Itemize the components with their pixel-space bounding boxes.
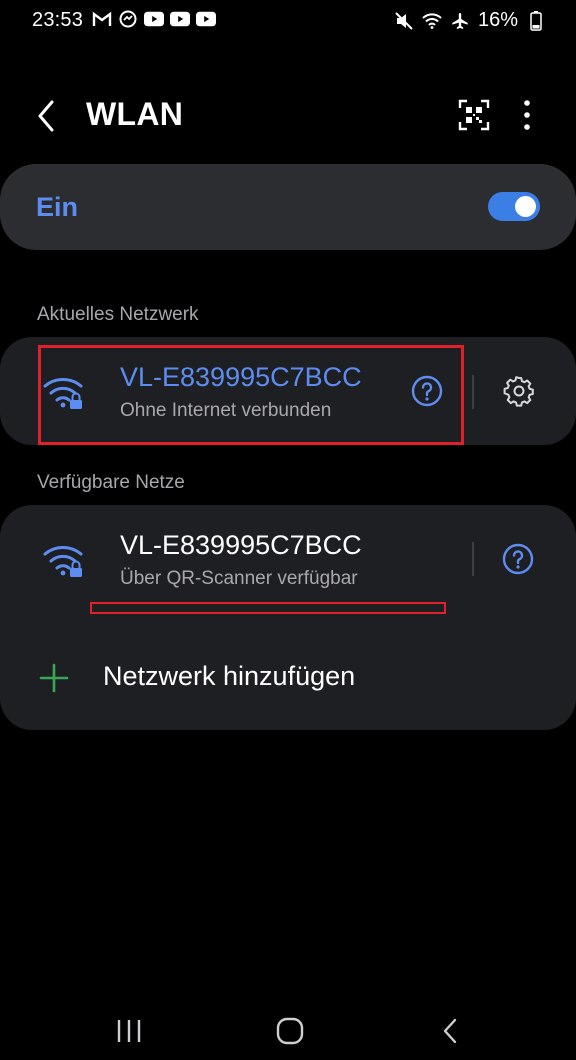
- battery-percent: 16%: [477, 9, 518, 31]
- help-button[interactable]: [502, 543, 534, 575]
- youtube-icon: [144, 10, 164, 28]
- nav-back-button[interactable]: [440, 1016, 460, 1046]
- battery-icon: [526, 10, 546, 31]
- recent-apps-icon: [117, 1020, 141, 1042]
- page-title: WLAN: [86, 96, 184, 132]
- network-settings-button[interactable]: [502, 374, 536, 408]
- chevron-left-icon: [38, 100, 54, 132]
- section-available-networks: Verfügbare Netze: [37, 472, 185, 493]
- wifi-lock-icon: [42, 542, 88, 578]
- airplane-icon: [450, 12, 470, 30]
- wlan-toggle-label: Ein: [36, 192, 79, 222]
- recent-apps-button[interactable]: [116, 1016, 142, 1046]
- wifi-icon: [422, 12, 442, 30]
- add-network-button[interactable]: Netzwerk hinzufügen: [103, 661, 355, 692]
- annotation-underline: [90, 602, 446, 614]
- qr-code-button[interactable]: [457, 98, 491, 132]
- home-icon: [276, 1017, 304, 1045]
- help-icon: [502, 543, 534, 575]
- youtube-icon: [170, 10, 190, 28]
- gear-icon: [503, 376, 534, 407]
- plus-icon: [38, 662, 70, 694]
- back-button[interactable]: [32, 96, 62, 136]
- messenger-icon: [118, 10, 138, 28]
- divider: [472, 375, 474, 409]
- annotation-box: [38, 345, 464, 445]
- qr-code-icon: [458, 99, 490, 131]
- divider: [472, 542, 474, 576]
- chevron-left-icon: [443, 1018, 457, 1044]
- status-time: 23:53: [32, 9, 84, 31]
- more-vertical-icon: [524, 100, 530, 130]
- available-network-status: Über QR-Scanner verfügbar: [120, 568, 358, 589]
- available-network-name[interactable]: VL-E839995C7BCC: [120, 530, 362, 561]
- section-current-network: Aktuelles Netzwerk: [37, 304, 199, 325]
- youtube-icon: [196, 10, 216, 28]
- more-options-button[interactable]: [512, 98, 542, 132]
- gmail-icon: [92, 10, 112, 28]
- wlan-switch[interactable]: [488, 192, 540, 221]
- home-button[interactable]: [275, 1016, 305, 1046]
- mute-icon: [394, 11, 414, 30]
- switch-knob: [515, 196, 536, 217]
- notification-icons: [92, 10, 216, 28]
- system-status: 16%: [394, 9, 546, 32]
